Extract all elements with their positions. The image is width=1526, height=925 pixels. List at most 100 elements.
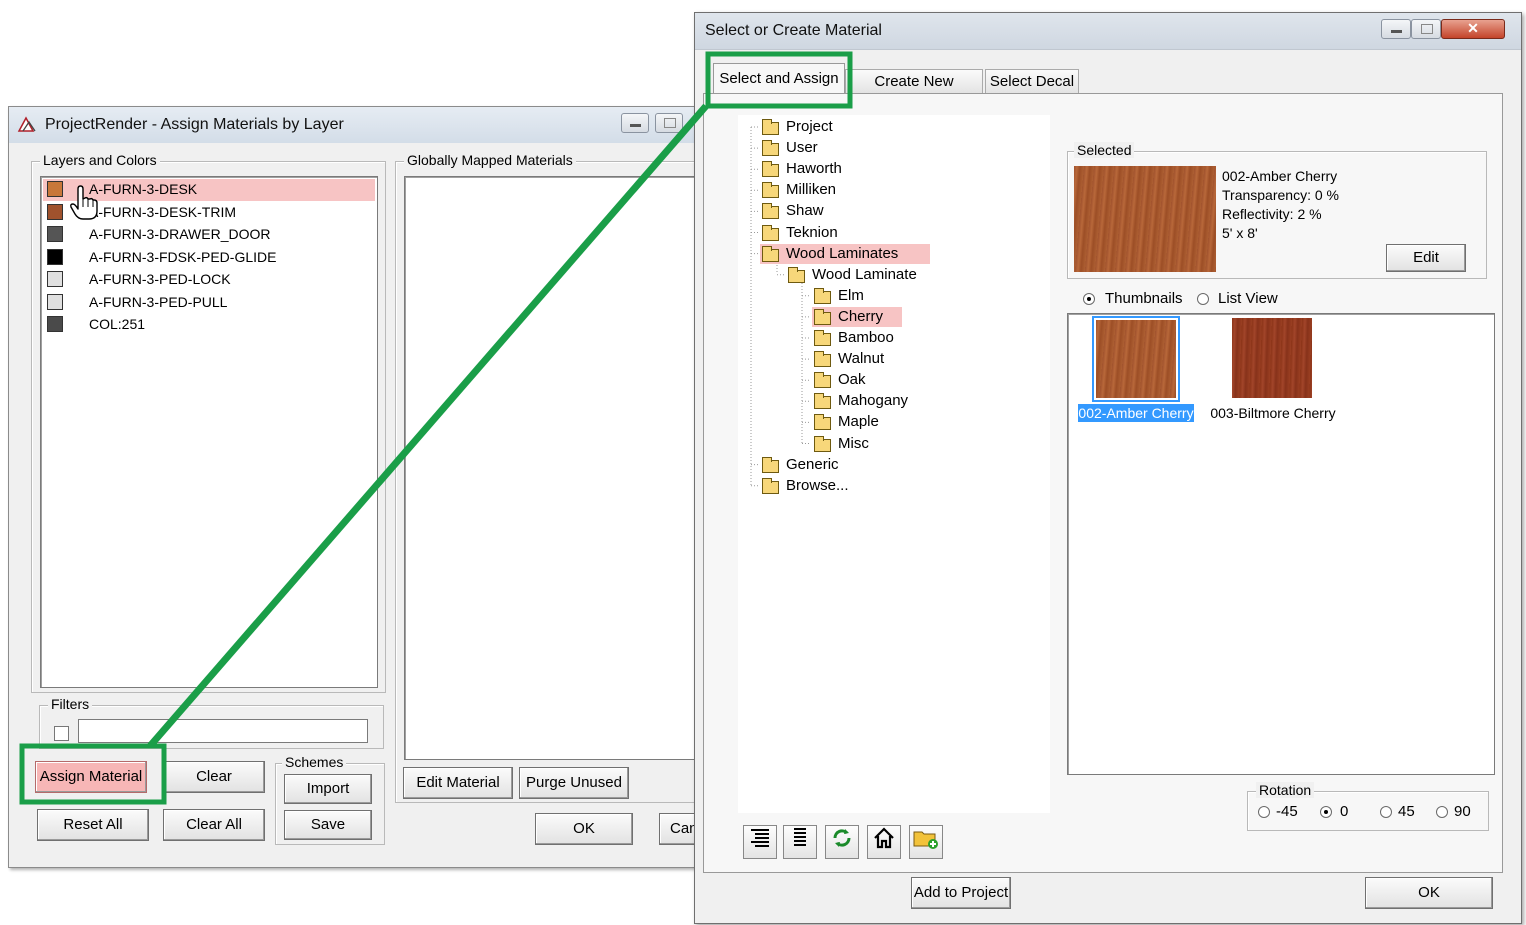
select-material-window: Select or Create Material ✕ Select and A… bbox=[694, 12, 1522, 924]
thumbnails-label: Thumbnails bbox=[1105, 290, 1183, 307]
list-view-radio[interactable] bbox=[1197, 293, 1209, 305]
selected-group-label: Selected bbox=[1074, 142, 1135, 158]
tree-item[interactable]: User bbox=[760, 138, 930, 158]
tree-item[interactable]: Walnut bbox=[812, 349, 902, 369]
filter-input[interactable] bbox=[78, 719, 368, 743]
purge-unused-button[interactable]: Purge Unused bbox=[519, 767, 629, 799]
global-materials-list[interactable] bbox=[404, 176, 704, 760]
folder-icon bbox=[762, 477, 779, 494]
tree-item[interactable]: Wood Laminates bbox=[760, 243, 930, 264]
left-window-title: ProjectRender - Assign Materials by Laye… bbox=[45, 116, 344, 133]
tree-item[interactable]: Haworth bbox=[760, 159, 930, 179]
right-window-title: Select or Create Material bbox=[705, 22, 882, 39]
home-icon[interactable] bbox=[867, 825, 901, 859]
minimize-icon bbox=[1391, 30, 1402, 33]
layer-row[interactable]: COL:251 bbox=[43, 314, 375, 336]
folder-icon bbox=[814, 435, 831, 452]
rotation-minus45-label: -45 bbox=[1276, 803, 1298, 820]
tree-item[interactable]: Bamboo bbox=[812, 328, 902, 348]
hand-cursor-icon bbox=[69, 185, 99, 221]
layers-list[interactable]: A-FURN-3-DESK A-FURN-3-DESK-TRIM A-FURN-3-… bbox=[40, 176, 378, 688]
rotation-0-radio[interactable] bbox=[1320, 806, 1332, 818]
import-button[interactable]: Import bbox=[284, 774, 372, 804]
clear-all-button[interactable]: Clear All bbox=[163, 809, 265, 841]
right-titlebar[interactable]: Select or Create Material ✕ bbox=[695, 13, 1521, 50]
selected-size: 5' x 8' bbox=[1222, 225, 1258, 241]
folder-icon bbox=[814, 414, 831, 431]
tree-item[interactable]: Cherry bbox=[812, 306, 902, 327]
layer-row[interactable]: A-FURN-3-PED-LOCK bbox=[43, 269, 375, 291]
reset-all-button[interactable]: Reset All bbox=[37, 809, 149, 841]
layer-name: A-FURN-3-DRAWER_DOOR bbox=[89, 226, 271, 242]
minimize-icon bbox=[630, 124, 641, 127]
refresh-icon[interactable] bbox=[825, 825, 859, 859]
left-ok-button[interactable]: OK bbox=[535, 813, 633, 845]
collapse-tree-icon[interactable] bbox=[783, 825, 817, 859]
layer-color-swatch[interactable] bbox=[47, 316, 63, 332]
rotation-90-radio[interactable] bbox=[1436, 806, 1448, 818]
maximize-icon bbox=[1421, 24, 1433, 34]
layer-name: A-FURN-3-PED-LOCK bbox=[89, 271, 231, 287]
tree-item[interactable]: Browse... bbox=[760, 476, 930, 496]
assign-material-button[interactable]: Assign Material bbox=[35, 761, 147, 793]
filter-checkbox[interactable] bbox=[54, 726, 69, 741]
layer-color-swatch[interactable] bbox=[47, 248, 63, 265]
right-maximize-button[interactable] bbox=[1411, 19, 1441, 39]
folder-icon bbox=[788, 266, 805, 283]
tree-item-label: Bamboo bbox=[838, 329, 894, 346]
left-maximize-button[interactable] bbox=[655, 113, 683, 133]
layer-color-swatch[interactable] bbox=[47, 203, 63, 220]
tree-item[interactable]: Oak bbox=[812, 370, 902, 390]
thumbnails-panel[interactable]: 002-Amber Cherry 003-Biltmore Cherry bbox=[1067, 313, 1495, 775]
layer-row[interactable]: A-FURN-3-PED-PULL bbox=[43, 292, 375, 314]
tree-item[interactable]: Mahogany bbox=[812, 391, 908, 411]
folder-icon bbox=[762, 182, 779, 199]
schemes-label: Schemes bbox=[282, 754, 347, 770]
layer-color-swatch[interactable] bbox=[47, 293, 63, 310]
layer-color-swatch[interactable] bbox=[47, 271, 63, 287]
clear-button[interactable]: Clear bbox=[163, 761, 265, 793]
selected-material-name: 002-Amber Cherry bbox=[1222, 168, 1338, 184]
layer-name: A-FURN-3-DESK bbox=[89, 181, 198, 197]
edit-button[interactable]: Edit bbox=[1386, 244, 1466, 272]
layer-name: COL:251 bbox=[89, 316, 146, 332]
tree-item[interactable]: Misc bbox=[812, 434, 902, 454]
layer-color-swatch[interactable] bbox=[47, 181, 63, 197]
layer-row[interactable]: A-FURN-3-DRAWER_DOOR bbox=[43, 224, 375, 246]
tree-item[interactable]: Project bbox=[760, 117, 930, 137]
folder-icon bbox=[814, 372, 831, 389]
edit-material-button[interactable]: Edit Material bbox=[403, 767, 513, 799]
rotation-45-radio[interactable] bbox=[1380, 806, 1392, 818]
selected-reflectivity: Reflectivity: 2 % bbox=[1222, 206, 1322, 222]
right-close-button[interactable]: ✕ bbox=[1441, 19, 1505, 39]
left-titlebar[interactable]: ProjectRender - Assign Materials by Laye… bbox=[9, 107, 697, 143]
tree-item[interactable]: Maple bbox=[812, 412, 902, 432]
right-minimize-button[interactable] bbox=[1381, 19, 1411, 39]
rotation-minus45-radio[interactable] bbox=[1258, 806, 1270, 818]
tree-item[interactable]: Shaw bbox=[760, 201, 930, 221]
layer-row[interactable]: A-FURN-3-FDSK-PED-GLIDE bbox=[43, 247, 375, 269]
save-scheme-button[interactable]: Save bbox=[284, 810, 372, 840]
folder-tree[interactable]: Project User Haworth Milliken Shaw Teknion Woo… bbox=[738, 115, 1050, 813]
tree-item-label: Maple bbox=[838, 413, 879, 431]
thumbnails-radio[interactable] bbox=[1083, 293, 1095, 305]
layer-color-swatch[interactable] bbox=[47, 226, 63, 242]
thumbnail-item[interactable]: 003-Biltmore Cherry bbox=[1208, 316, 1338, 426]
thumbnail-item[interactable]: 002-Amber Cherry bbox=[1078, 316, 1194, 426]
tree-item[interactable]: Elm bbox=[812, 286, 902, 306]
tree-item[interactable]: Generic bbox=[760, 455, 930, 475]
tree-item[interactable]: Wood Laminate bbox=[786, 265, 917, 285]
add-to-project-button[interactable]: Add to Project bbox=[911, 877, 1011, 909]
folder-icon bbox=[762, 245, 779, 262]
tab-select-decal[interactable]: Select Decal bbox=[985, 69, 1079, 95]
tab-create-new-material[interactable]: Create New Material bbox=[845, 69, 983, 114]
left-minimize-button[interactable] bbox=[621, 113, 649, 133]
rotation-group: Rotation -45 0 45 90 bbox=[1247, 782, 1489, 831]
tree-item[interactable]: Teknion bbox=[760, 223, 930, 243]
tree-item[interactable]: Milliken bbox=[760, 180, 930, 200]
expand-tree-icon[interactable] bbox=[743, 825, 777, 859]
tree-item-label: Generic bbox=[786, 455, 839, 473]
right-ok-button[interactable]: OK bbox=[1365, 877, 1493, 909]
close-icon: ✕ bbox=[1467, 20, 1479, 36]
add-folder-icon[interactable] bbox=[909, 825, 943, 859]
